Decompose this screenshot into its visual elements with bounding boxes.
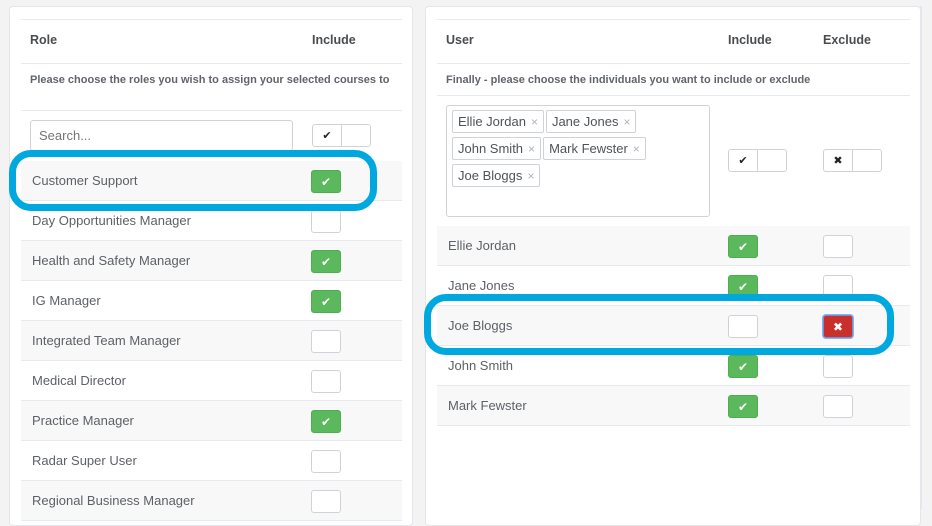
tag-label: Mark Fewster [549,141,628,156]
role-row: Medical Director [21,361,402,401]
users-instruction: Finally - please choose the individuals … [446,74,811,86]
role-row: Practice Manager ✔ [21,401,402,441]
include-column-header: Include [728,33,772,47]
role-include-checkbox[interactable]: ✔ [311,410,341,433]
remove-tag-icon[interactable]: × [528,142,535,156]
tag-label: Jane Jones [551,114,619,129]
check-icon: ✔ [320,414,332,429]
check-icon: ✔ [320,294,332,309]
role-label: Health and Safety Manager [32,253,191,268]
user-tag: Mark Fewster × [543,137,646,160]
role-label: Customer Support [32,173,138,188]
role-include-checkbox[interactable] [311,330,341,353]
user-include-checkbox[interactable]: ✔ [728,395,758,418]
role-include-checkbox[interactable]: ✔ [311,290,341,313]
user-exclude-checkbox[interactable]: ✖ [823,315,853,338]
role-row: Customer Support ✔ [21,161,402,201]
include-column-header: Include [312,33,356,47]
x-icon: ✖ [832,319,844,334]
remove-tag-icon[interactable]: × [623,115,630,129]
role-label: Practice Manager [32,413,134,428]
user-tag-input[interactable]: Ellie Jordan × Jane Jones × John Smith × Mark … [446,105,710,217]
users-panel: User Include Exclude Finally - please ch… [425,6,921,526]
check-icon: ✔ [320,254,332,269]
roles-panel: Role Include Please choose the roles you… [9,6,413,526]
role-row: Regional Business Manager [21,481,402,521]
role-include-checkbox[interactable] [311,210,341,233]
check-icon: ✔ [320,174,332,189]
divider [437,95,910,96]
user-label: Joe Bloggs [448,318,513,333]
check-icon: ✔ [737,399,749,414]
role-row: Integrated Team Manager [21,321,402,361]
check-icon: ✔ [729,150,758,171]
user-column-header: User [446,33,474,47]
role-label: Medical Director [32,373,126,388]
user-include-checkbox[interactable] [728,315,758,338]
user-include-checkbox[interactable]: ✔ [728,355,758,378]
tag-label: Ellie Jordan [458,114,526,129]
role-include-checkbox[interactable] [311,450,341,473]
user-include-checkbox[interactable]: ✔ [728,275,758,298]
user-tag: Jane Jones × [545,110,637,133]
role-search-input[interactable] [30,120,293,151]
role-row: Radar Super User [21,441,402,481]
role-include-checkbox[interactable]: ✔ [311,170,341,193]
tag-label: Joe Bloggs [458,168,523,183]
user-row: Joe Bloggs ✖ [437,306,910,346]
role-label: Radar Super User [32,453,137,468]
bulk-exclude-toggle[interactable]: ✖ [823,149,882,172]
user-tag: Joe Bloggs × [452,164,541,187]
bulk-include-toggle[interactable]: ✔ [312,124,371,147]
check-icon: ✔ [737,239,749,254]
user-label: Ellie Jordan [448,238,516,253]
tag-label: John Smith [458,141,524,156]
user-row: Ellie Jordan ✔ [437,226,910,266]
scrollbar[interactable] [920,6,922,509]
x-icon: ✖ [824,150,853,171]
user-label: John Smith [448,358,514,373]
user-include-checkbox[interactable]: ✔ [728,235,758,258]
role-row: Health and Safety Manager ✔ [21,241,402,281]
role-label: Day Opportunities Manager [32,213,191,228]
role-label: IG Manager [32,293,101,308]
user-row: Mark Fewster ✔ [437,386,910,426]
check-icon: ✔ [313,125,342,146]
user-row: John Smith ✔ [437,346,910,386]
users-table-header: User Include Exclude [437,19,910,64]
role-include-checkbox[interactable] [311,370,341,393]
role-row: Day Opportunities Manager [21,201,402,241]
remove-tag-icon[interactable]: × [633,142,640,156]
user-exclude-checkbox[interactable] [823,395,853,418]
bulk-include-toggle[interactable]: ✔ [728,149,787,172]
role-include-checkbox[interactable] [311,490,341,513]
role-label: Integrated Team Manager [32,333,181,348]
check-icon: ✔ [737,359,749,374]
role-label: Regional Business Manager [32,493,195,508]
user-exclude-checkbox[interactable] [823,355,853,378]
user-exclude-checkbox[interactable] [823,275,853,298]
remove-tag-icon[interactable]: × [527,169,534,183]
roles-instruction: Please choose the roles you wish to assi… [30,74,390,86]
user-label: Mark Fewster [448,398,527,413]
exclude-column-header: Exclude [823,33,871,47]
user-exclude-checkbox[interactable] [823,235,853,258]
user-label: Jane Jones [448,278,515,293]
check-icon: ✔ [737,279,749,294]
divider [21,110,402,111]
user-tag: John Smith × [452,137,542,160]
role-row: IG Manager ✔ [21,281,402,321]
role-column-header: Role [30,33,58,47]
user-tag: Ellie Jordan × [452,110,544,133]
role-include-checkbox[interactable]: ✔ [311,250,341,273]
remove-tag-icon[interactable]: × [531,115,538,129]
roles-table-header: Role Include [21,19,402,64]
user-row: Jane Jones ✔ [437,266,910,306]
